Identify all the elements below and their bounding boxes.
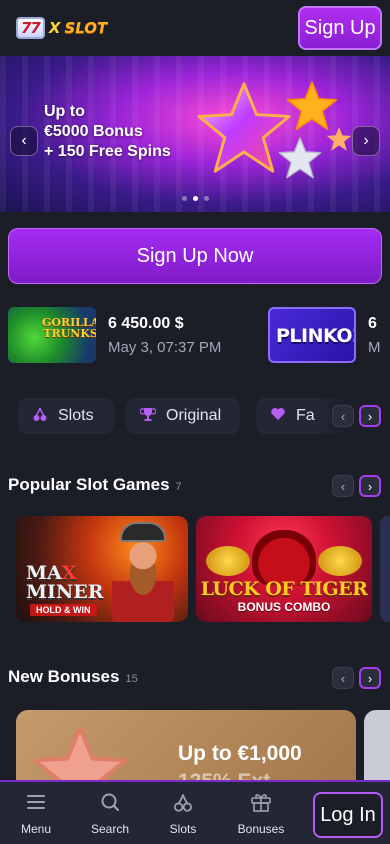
chevron-left-icon: ‹	[340, 670, 346, 686]
trophy-icon	[139, 406, 157, 427]
win-amount: 6	[368, 314, 377, 332]
banner-headline: Up to €5000 Bonus + 150 Free Spins	[44, 102, 171, 162]
win-amount: 6 450.00 $	[108, 314, 184, 332]
promo-banner[interactable]: Up to €5000 Bonus + 150 Free Spins ‹ ›	[0, 56, 390, 212]
game-thumbnail: GORILLA TRUNKS	[8, 307, 96, 363]
win-info: 6 450.00 $ May 3, 07:37 PM	[108, 315, 221, 356]
game-thumbnail: PLINKO2	[268, 307, 356, 363]
header: 77 X SLOT Sign Up	[0, 0, 390, 56]
bonuses-next-button[interactable]: ›	[359, 667, 381, 689]
carousel-dot[interactable]	[203, 196, 209, 201]
chevron-right-icon: ›	[367, 478, 373, 494]
win-item[interactable]: GORILLA TRUNKS 6 450.00 $ May 3, 07:37 P…	[8, 306, 221, 364]
logo-sevens: 77	[16, 17, 45, 39]
game-title: LUCK OF TIGER	[200, 578, 368, 600]
recent-wins-ticker: GORILLA TRUNKS 6 450.00 $ May 3, 07:37 P…	[0, 300, 390, 370]
bonus-title: Up to €1,000	[178, 742, 302, 765]
category-label: Fa	[296, 407, 315, 424]
nav-label: Slots	[169, 822, 197, 836]
signup-now-button[interactable]: Sign Up Now	[8, 228, 382, 284]
nav-item-search[interactable]: Search	[80, 790, 140, 836]
section-title-text: New Bonuses	[8, 667, 120, 686]
carousel-dot-active[interactable]	[192, 196, 198, 201]
popular-prev-button[interactable]: ‹	[332, 475, 354, 497]
bottom-nav: Menu Search Slots Bonuses Log In	[0, 780, 390, 844]
search-icon	[99, 790, 121, 814]
logo-x: X	[48, 19, 61, 37]
chevron-left-icon: ‹	[340, 478, 346, 494]
logo[interactable]: 77 X SLOT	[16, 16, 107, 40]
categories-next-button[interactable]: ›	[359, 405, 381, 427]
cherry-icon	[32, 406, 48, 427]
game-subtitle: HOLD & WIN	[30, 604, 97, 616]
banner-line-1: Up to	[44, 103, 85, 120]
chevron-right-icon: ›	[363, 132, 369, 149]
section-title-bonuses: New Bonuses 15	[8, 667, 138, 687]
win-time: M	[368, 338, 381, 356]
section-count: 15	[125, 673, 138, 685]
chevron-left-icon: ‹	[340, 408, 346, 424]
bonus-card-next-peek[interactable]	[364, 710, 390, 790]
chevron-right-icon: ›	[367, 670, 373, 686]
win-item[interactable]: PLINKO2 6 M	[268, 306, 381, 364]
game-subtitle: BONUS COMBO	[237, 600, 331, 614]
silver-star-graphic	[278, 137, 322, 179]
nav-label: Search	[90, 822, 130, 836]
miner-hat-image	[120, 522, 166, 542]
coins-image	[206, 546, 250, 576]
nav-label: Bonuses	[237, 822, 285, 836]
login-button[interactable]: Log In	[313, 792, 383, 838]
category-tab-slots[interactable]: Slots	[18, 398, 114, 434]
nav-label: Menu	[20, 822, 52, 836]
chevron-left-icon: ‹	[21, 132, 27, 149]
bonuses-prev-button[interactable]: ‹	[332, 667, 354, 689]
section-title-popular: Popular Slot Games 7	[8, 475, 182, 495]
carousel-dots	[0, 196, 390, 201]
game-card-luck-of-tiger[interactable]: LUCK OF TIGER BONUS COMBO	[196, 516, 372, 622]
category-label: Original	[166, 407, 222, 424]
game-logo-text: GORILLA TRUNKS	[42, 316, 96, 340]
category-label: Slots	[58, 407, 94, 424]
category-tabs: Slots Original Fa ‹ ›	[0, 394, 390, 438]
gift-icon	[250, 790, 272, 814]
menu-icon	[25, 790, 47, 814]
cherry-icon	[172, 790, 194, 814]
nav-item-bonuses[interactable]: Bonuses	[231, 790, 291, 836]
game-title: MAX MINER	[26, 562, 104, 603]
banner-line-3: + 150 Free Spins	[44, 143, 171, 160]
section-count: 7	[175, 481, 182, 493]
coins-image	[318, 546, 362, 576]
miner-character-image	[112, 530, 174, 622]
game-card-next-peek[interactable]	[380, 516, 390, 622]
chevron-right-icon: ›	[367, 408, 373, 424]
win-time: May 3, 07:37 PM	[108, 338, 222, 356]
section-title-text: Popular Slot Games	[8, 475, 170, 494]
game-card-max-miner[interactable]: MAX MINER HOLD & WIN	[16, 516, 188, 622]
category-tab-original[interactable]: Original	[126, 398, 240, 434]
win-info: 6 M	[368, 315, 381, 356]
nav-item-slots[interactable]: Slots	[153, 790, 213, 836]
banner-next-button[interactable]: ›	[352, 126, 380, 156]
gold-star-graphic	[286, 81, 338, 131]
banner-prev-button[interactable]: ‹	[10, 126, 38, 156]
banner-line-2: €5000 Bonus	[44, 123, 143, 140]
small-star-graphic	[326, 127, 352, 151]
game-logo-text: PLINKO2	[276, 325, 354, 347]
bonus-card[interactable]: Up to €1,000 125% Ext	[16, 710, 356, 790]
nav-item-menu[interactable]: Menu	[6, 790, 66, 836]
carousel-dot[interactable]	[181, 196, 187, 201]
popular-next-button[interactable]: ›	[359, 475, 381, 497]
categories-prev-button[interactable]: ‹	[332, 405, 354, 427]
signup-button[interactable]: Sign Up	[298, 6, 382, 50]
logo-slot: SLOT	[64, 19, 108, 37]
heart-icon	[270, 406, 286, 427]
